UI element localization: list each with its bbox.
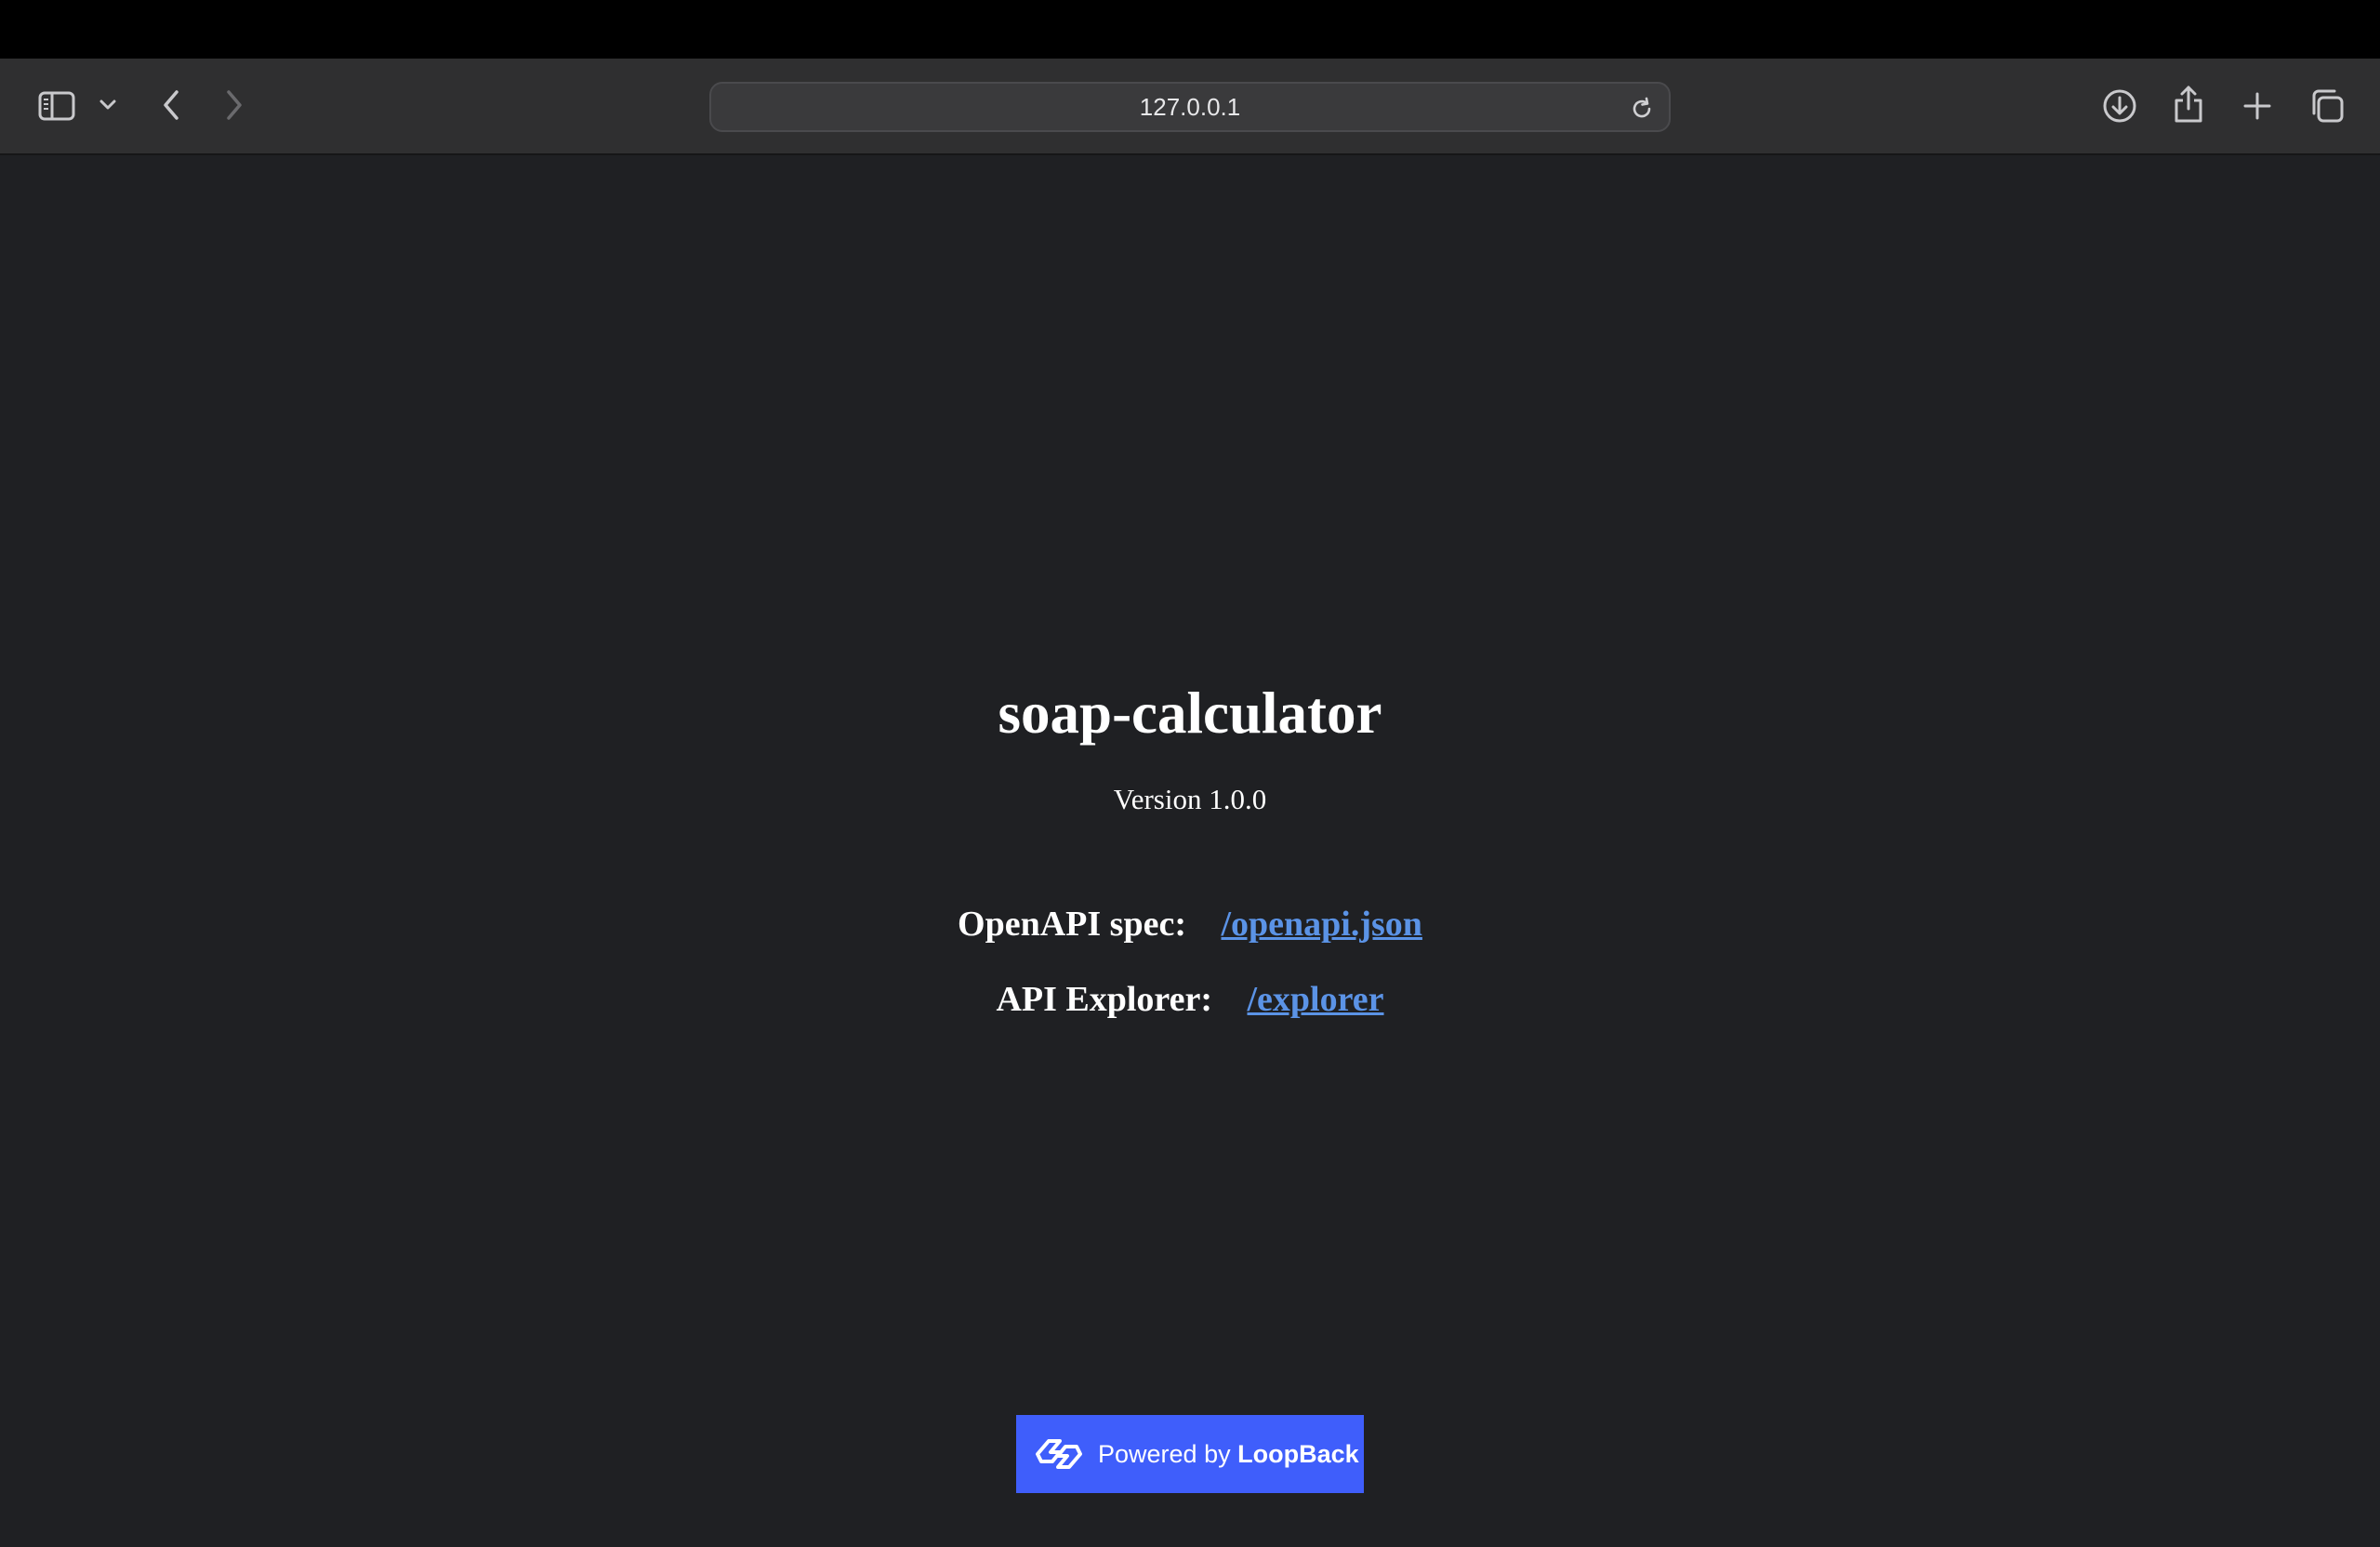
- openapi-row: OpenAPI spec: /openapi.json: [0, 904, 2380, 945]
- chevron-left-icon[interactable]: [156, 85, 186, 126]
- download-icon[interactable]: [2101, 87, 2138, 125]
- plus-icon[interactable]: [2241, 87, 2274, 125]
- badge-text: Powered by LoopBack: [1098, 1440, 1359, 1469]
- badge-brand: LoopBack: [1237, 1439, 1359, 1468]
- chevron-right-icon[interactable]: [219, 85, 249, 126]
- explorer-link[interactable]: /explorer: [1248, 980, 1384, 1019]
- page-title: soap-calculator: [998, 681, 1382, 746]
- reload-icon[interactable]: [1628, 95, 1656, 123]
- loopback-logo-icon: [1031, 1431, 1087, 1477]
- address-bar[interactable]: 127.0.0.1: [709, 82, 1671, 132]
- explorer-row: API Explorer: /explorer: [0, 979, 2380, 1020]
- sidebar-icon[interactable]: [35, 87, 78, 125]
- url-text[interactable]: 127.0.0.1: [711, 84, 1669, 130]
- share-icon[interactable]: [2172, 83, 2205, 126]
- page-content: soap-calculator Version 1.0.0 OpenAPI sp…: [0, 155, 2380, 1547]
- badge-prefix: Powered by: [1098, 1439, 1231, 1468]
- openapi-label: OpenAPI spec:: [958, 905, 1186, 944]
- menu-bar: [0, 0, 2380, 59]
- chevron-down-icon[interactable]: [97, 94, 119, 116]
- browser-toolbar: 127.0.0.1: [0, 59, 2380, 155]
- tab-overview-icon[interactable]: [2307, 86, 2347, 126]
- openapi-link[interactable]: /openapi.json: [1221, 905, 1421, 944]
- explorer-label: API Explorer:: [996, 980, 1212, 1019]
- version-text: Version 1.0.0: [1113, 783, 1267, 815]
- powered-by-loopback-badge[interactable]: Powered by LoopBack: [1016, 1415, 1364, 1493]
